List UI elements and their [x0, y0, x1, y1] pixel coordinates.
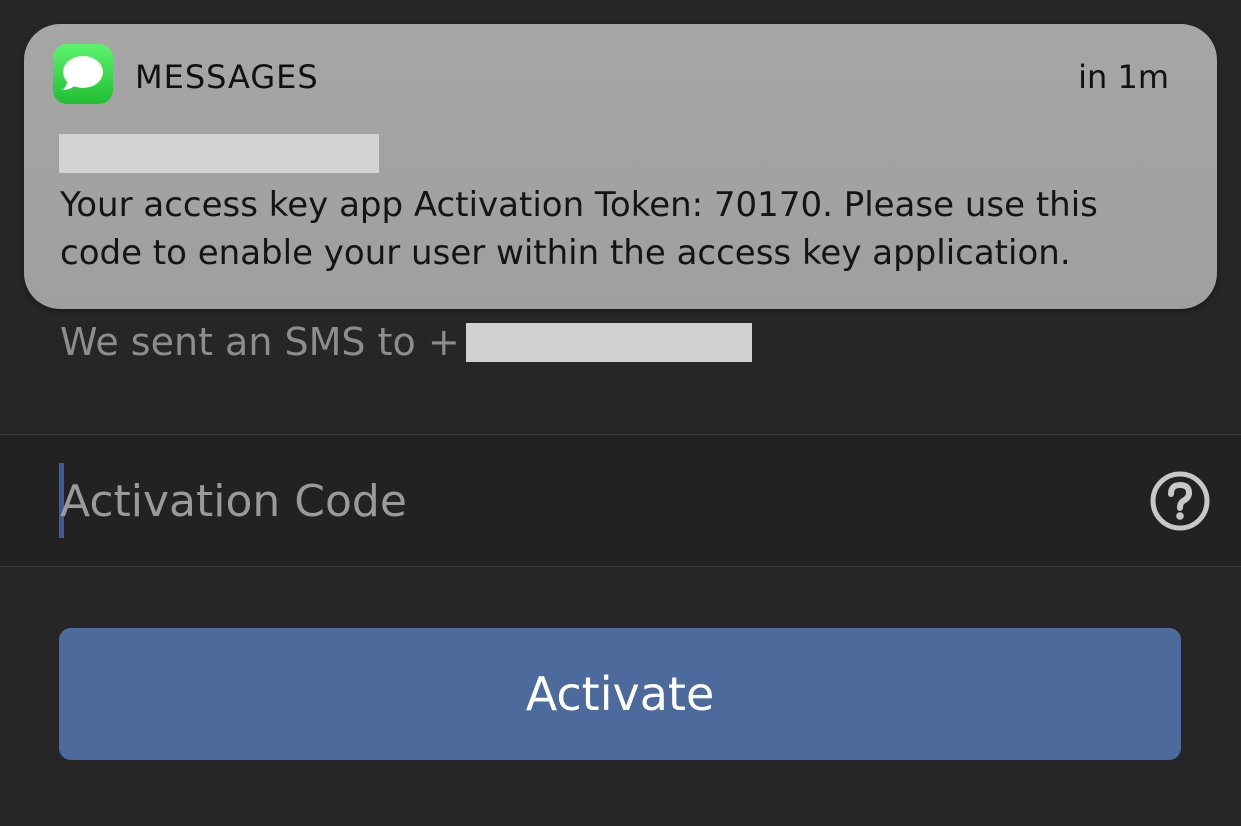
- redacted-phone-number: [465, 322, 752, 362]
- messages-app-icon: [53, 44, 113, 104]
- question-circle-icon[interactable]: [1150, 471, 1210, 531]
- notification-time: in 1m: [1078, 58, 1169, 96]
- redacted-sender: [59, 134, 379, 173]
- notification-message-body: Your access key app Activation Token: 70…: [60, 185, 1098, 273]
- activation-code-input[interactable]: [60, 459, 1120, 543]
- activate-button[interactable]: Activate: [59, 628, 1181, 760]
- notification-app-name: MESSAGES: [135, 58, 319, 96]
- sms-sent-notice: We sent an SMS to +: [60, 318, 752, 366]
- sms-sent-text: We sent an SMS to +: [60, 320, 460, 364]
- message-notification[interactable]: MESSAGES in 1m Your access key app Activ…: [24, 24, 1217, 309]
- activation-code-row: [0, 434, 1241, 567]
